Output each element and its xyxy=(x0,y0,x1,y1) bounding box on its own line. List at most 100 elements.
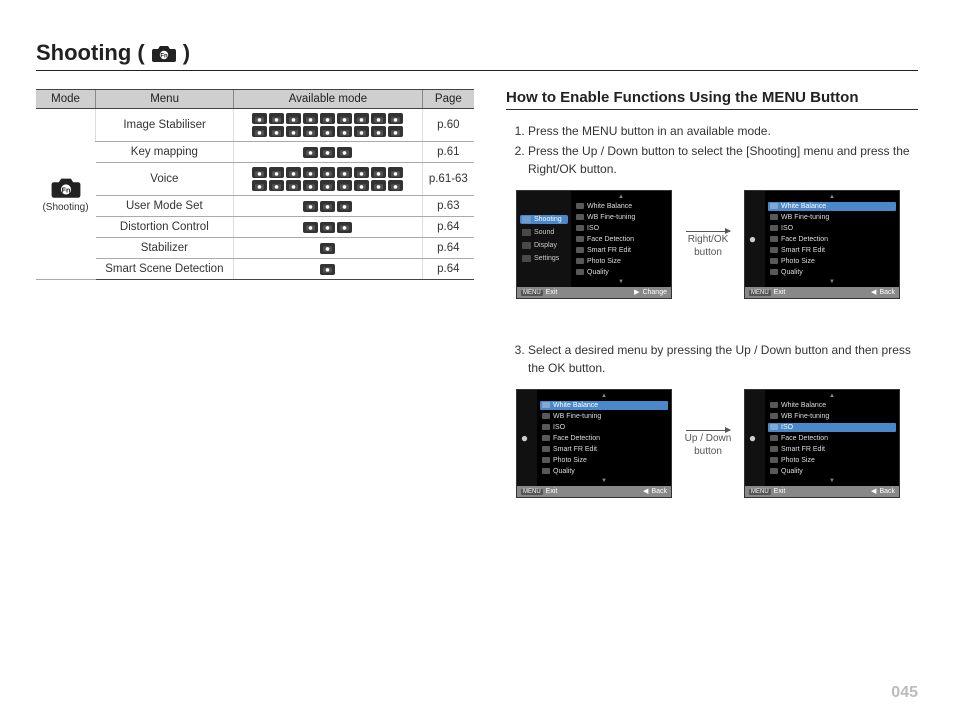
lcd-menu-item: Face Detection xyxy=(540,434,668,443)
lcd-exit: MENU Exit xyxy=(521,289,557,296)
chevron-down-icon: ▼ xyxy=(768,478,896,484)
lcd-screen-4: ▲White BalanceWB Fine-tuningISOFace Dete… xyxy=(744,389,900,498)
menu-item-icon xyxy=(542,413,550,419)
mode-icon xyxy=(286,167,301,178)
menu-cell: Voice xyxy=(96,163,234,196)
lcd-menu-label: Quality xyxy=(781,269,803,276)
menu-item-icon xyxy=(770,402,778,408)
lcd-menu-item: Smart FR Edit xyxy=(768,445,896,454)
chevron-down-icon: ▼ xyxy=(540,478,668,484)
table-row: Distortion Controlp.64 xyxy=(36,217,474,238)
camera-icon xyxy=(748,236,757,243)
mode-icon xyxy=(269,180,284,191)
menu-table-container: Mode Menu Available mode Page Fn(Shootin… xyxy=(36,89,474,498)
lcd-menu-item: Smart FR Edit xyxy=(574,246,668,255)
mode-icon xyxy=(320,113,335,124)
lcd-menu-item: Quality xyxy=(768,467,896,476)
available-mode-cell xyxy=(234,259,423,280)
lcd-menu-label: Face Detection xyxy=(781,236,828,243)
lcd-menu-label: Smart FR Edit xyxy=(553,446,597,453)
lcd-right-action: ◀ Back xyxy=(643,488,667,495)
chevron-down-icon: ▼ xyxy=(768,279,896,285)
menu-item-icon xyxy=(576,225,584,231)
lcd-menu-label: Smart FR Edit xyxy=(781,247,825,254)
menu-item-icon xyxy=(576,247,584,253)
svg-text:Fn: Fn xyxy=(160,53,168,59)
mode-icon xyxy=(371,167,386,178)
lcd-sidebar-item: Shooting xyxy=(520,215,568,224)
lcd-footer: MENU Exit▶ Change xyxy=(517,287,671,298)
step-2: Press the Up / Down button to select the… xyxy=(528,142,918,178)
lcd-menu-label: Smart FR Edit xyxy=(587,247,631,254)
lcd-sidebar-item: Sound xyxy=(520,228,568,237)
mode-icon xyxy=(286,126,301,137)
mode-icon xyxy=(269,167,284,178)
mode-icon xyxy=(354,180,369,191)
chevron-down-icon: ▼ xyxy=(574,279,668,285)
mode-icon xyxy=(388,113,403,124)
svg-text:Fn: Fn xyxy=(61,185,70,194)
lcd-menu-item: Smart FR Edit xyxy=(768,246,896,255)
menu-item-icon xyxy=(542,446,550,452)
lcd-menu-label: WB Fine-tuning xyxy=(553,413,601,420)
steps-list: Press the MENU button in an available mo… xyxy=(506,122,918,178)
mode-icon xyxy=(354,167,369,178)
lcd-menu-label: White Balance xyxy=(781,203,826,210)
mode-icon xyxy=(269,126,284,137)
lcd-menu-label: WB Fine-tuning xyxy=(781,214,829,221)
mode-icon xyxy=(269,113,284,124)
mode-icon xyxy=(252,113,267,124)
arrow2-label2: button xyxy=(694,446,722,457)
lcd-menu-label: Face Detection xyxy=(553,435,600,442)
menu-item-icon xyxy=(770,214,778,220)
steps-list-2: Select a desired menu by pressing the Up… xyxy=(506,341,918,377)
table-row: Stabilizerp.64 xyxy=(36,238,474,259)
menu-item-icon xyxy=(770,413,778,419)
menu-item-icon xyxy=(542,457,550,463)
lcd-menu-item: Quality xyxy=(768,268,896,277)
arrow1-label1: Right/OK xyxy=(688,234,729,245)
screens-row-2: ▲White BalanceWB Fine-tuningISOFace Dete… xyxy=(516,389,918,498)
mode-icon xyxy=(320,126,335,137)
menu-item-icon xyxy=(576,203,584,209)
lcd-menu-list: ▲White BalanceWB Fine-tuningISOFace Dete… xyxy=(765,191,899,287)
camera-icon xyxy=(520,435,529,442)
arrow-up-down: Up / Down button xyxy=(680,430,736,457)
mode-icon xyxy=(320,264,335,275)
table-row: Voicep.61-63 xyxy=(36,163,474,196)
lcd-sidebar-collapsed xyxy=(745,191,765,287)
lcd-menu-label: Quality xyxy=(587,269,609,276)
step-3: Select a desired menu by pressing the Up… xyxy=(528,341,918,377)
title-prefix: Shooting ( xyxy=(36,40,145,66)
lcd-exit: MENU Exit xyxy=(749,488,785,495)
lcd-menu-label: Photo Size xyxy=(553,457,587,464)
lcd-sidebar-label: Sound xyxy=(534,229,554,236)
chevron-up-icon: ▲ xyxy=(768,393,896,399)
mode-icon xyxy=(354,113,369,124)
mode-cell: Fn (Shooting) xyxy=(36,109,96,280)
page-title: Shooting ( Fn ) xyxy=(36,40,918,71)
mode-icon xyxy=(252,180,267,191)
page-cell: p.64 xyxy=(422,259,474,280)
menu-item-icon xyxy=(542,424,550,430)
mode-icon xyxy=(303,180,318,191)
menu-item-icon xyxy=(770,258,778,264)
screens-row-1: ShootingSoundDisplaySettings▲White Balan… xyxy=(516,190,918,299)
lcd-sidebar-label: Settings xyxy=(534,255,559,262)
camera-fn-icon: Fn xyxy=(40,175,91,202)
menu-cell: User Mode Set xyxy=(96,196,234,217)
mode-icon xyxy=(320,180,335,191)
mode-label: (Shooting) xyxy=(40,202,91,213)
menu-item-icon xyxy=(770,446,778,452)
lcd-menu-item: Photo Size xyxy=(768,456,896,465)
menu-item-icon xyxy=(770,203,778,209)
menu-button-icon: MENU xyxy=(749,489,771,495)
menu-item-icon xyxy=(542,435,550,441)
lcd-menu-label: Photo Size xyxy=(587,258,621,265)
th-available: Available mode xyxy=(234,90,423,109)
mode-icon xyxy=(320,147,335,158)
chevron-up-icon: ▲ xyxy=(540,393,668,399)
page-cell: p.64 xyxy=(422,217,474,238)
lcd-sidebar-item: Display xyxy=(520,241,568,250)
available-mode-cell xyxy=(234,196,423,217)
